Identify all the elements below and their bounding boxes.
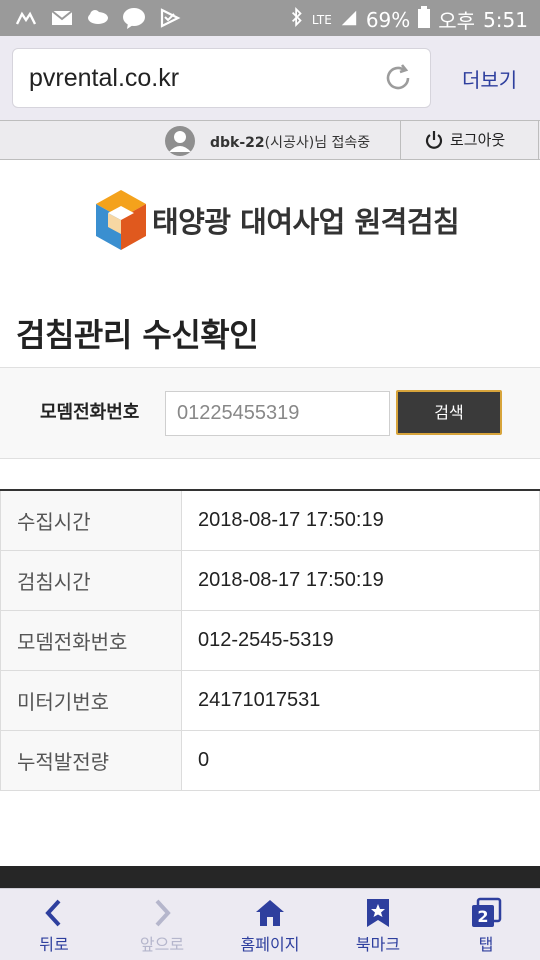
- browser-toolbar: pvrental.co.kr 더보기: [0, 36, 540, 120]
- system-status: LTE 69% 오후 5:51: [290, 5, 528, 34]
- tabs-label: 탭: [478, 935, 494, 954]
- tab-count: 2: [477, 907, 488, 926]
- battery-icon: [418, 6, 431, 33]
- table-row: 모뎀전화번호 012-2545-5319: [0, 609, 540, 671]
- address-bar[interactable]: pvrental.co.kr: [12, 48, 431, 108]
- logout-label: 로그아웃: [450, 131, 506, 149]
- chevron-right-icon: [155, 899, 171, 927]
- bluetooth-icon: [290, 6, 304, 33]
- logo-text: 태양광 대여사업 원격검침: [152, 205, 460, 239]
- user-status: dbk-22(시공사)님 접속중: [210, 132, 370, 152]
- tabs-button[interactable]: 2 탭: [432, 889, 540, 960]
- reload-icon[interactable]: [382, 62, 414, 94]
- divider: [400, 121, 401, 160]
- table-row: 누적발전량 0: [0, 729, 540, 791]
- row-value: 2018-08-17 17:50:19: [181, 489, 540, 551]
- logo-cube-icon: [96, 190, 146, 250]
- row-value: 0: [181, 729, 540, 791]
- modem-number-label: 모뎀전화번호: [40, 402, 140, 423]
- site-logo[interactable]: 태양광 대여사업 원격검침: [94, 188, 460, 252]
- row-key: 검침시간: [0, 549, 182, 611]
- row-key: 수집시간: [0, 489, 182, 551]
- time-clock: 5:51: [483, 7, 528, 32]
- mail-icon: [50, 6, 74, 30]
- row-key: 모뎀전화번호: [0, 609, 182, 671]
- row-value: 2018-08-17 17:50:19: [181, 549, 540, 611]
- avatar-icon: [164, 126, 196, 156]
- url-text: pvrental.co.kr: [29, 64, 180, 92]
- table-row: 수집시간 2018-08-17 17:50:19: [0, 489, 540, 551]
- notification-icons: [14, 6, 182, 30]
- search-button[interactable]: 검색: [396, 390, 502, 435]
- more-menu-button[interactable]: 더보기: [462, 64, 517, 93]
- battery-percent: 69%: [365, 7, 411, 32]
- signal-icon: [340, 8, 358, 32]
- back-label: 뒤로: [39, 935, 69, 954]
- table-row: 미터기번호 24171017531: [0, 669, 540, 731]
- footer-strip: [0, 866, 540, 890]
- usb-icon: [14, 6, 38, 30]
- back-button[interactable]: 뒤로: [0, 889, 108, 960]
- logout-button[interactable]: 로그아웃: [424, 129, 505, 150]
- tabs-icon: 2: [472, 897, 502, 927]
- network-label: LTE: [311, 12, 332, 27]
- user-bar: dbk-22(시공사)님 접속중 로그아웃: [0, 120, 540, 160]
- row-value: 012-2545-5319: [181, 609, 540, 671]
- row-key: 누적발전량: [0, 729, 182, 791]
- table-row: 검침시간 2018-08-17 17:50:19: [0, 549, 540, 611]
- talk-icon: [122, 6, 146, 30]
- bookmark-label: 북마크: [355, 935, 401, 954]
- home-button[interactable]: 홈페이지: [216, 889, 324, 960]
- bookmark-button[interactable]: 북마크: [324, 889, 432, 960]
- time-ampm: 오후: [438, 9, 476, 33]
- status-bar: LTE 69% 오후 5:51: [0, 0, 540, 36]
- bookmark-star-icon: [367, 899, 389, 927]
- home-icon: [256, 900, 284, 926]
- user-id: dbk-22: [210, 135, 265, 151]
- weather-icon: [86, 6, 110, 30]
- row-key: 미터기번호: [0, 669, 182, 731]
- browser-bottom-nav: 뒤로 앞으로 홈페이지 북마크 2 탭: [0, 888, 540, 960]
- forward-label: 앞으로: [139, 935, 185, 954]
- modem-number-input[interactable]: 01225455319: [165, 391, 390, 436]
- page-title: 검침관리 수신확인: [16, 316, 259, 354]
- reading-info-table: 수집시간 2018-08-17 17:50:19 검침시간 2018-08-17 17…: [0, 489, 540, 791]
- user-suffix: (시공사)님 접속중: [264, 135, 371, 151]
- search-panel: 모뎀전화번호 01225455319 검색: [0, 367, 540, 459]
- home-label: 홈페이지: [240, 935, 300, 954]
- divider: [538, 121, 539, 160]
- check-icon: [158, 6, 182, 30]
- chevron-left-icon: [45, 899, 61, 927]
- row-value: 24171017531: [181, 669, 540, 731]
- forward-button[interactable]: 앞으로: [108, 889, 216, 960]
- power-icon: [425, 130, 443, 149]
